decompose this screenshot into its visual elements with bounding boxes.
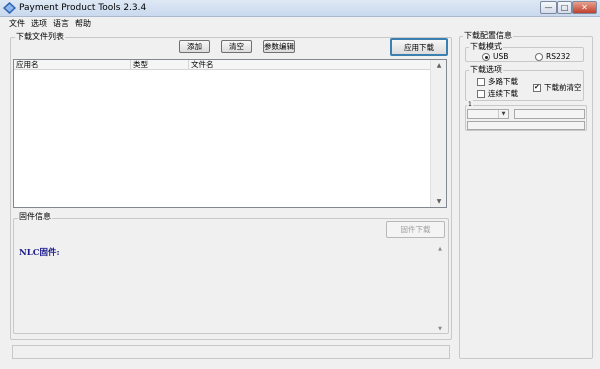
multi-download-checkbox[interactable] bbox=[477, 78, 485, 86]
menu-options[interactable]: 选项 bbox=[31, 18, 47, 29]
edit-params-button[interactable]: 参数编辑 bbox=[263, 40, 295, 53]
port-progress-bar bbox=[467, 121, 585, 130]
port-info-field bbox=[514, 109, 585, 119]
download-config-title: 下载配置信息 bbox=[463, 31, 513, 41]
maximize-button[interactable]: □ bbox=[557, 1, 572, 14]
minimize-button[interactable]: — bbox=[540, 1, 557, 14]
firmware-info-area: NLC固件: ▲ ▼ bbox=[15, 240, 445, 332]
rs232-label[interactable]: RS232 bbox=[546, 53, 570, 61]
app-diamond-icon bbox=[3, 2, 16, 14]
add-button[interactable]: 添加 bbox=[179, 40, 210, 53]
nlc-firmware-label: NLC固件: bbox=[19, 248, 60, 258]
title-bar: Payment Product Tools 2.3.4 — □ ✕ bbox=[0, 0, 600, 17]
table-header: 应用名 类型 文件名 bbox=[14, 60, 431, 70]
download-file-table[interactable]: 应用名 类型 文件名 ▲ ▼ bbox=[13, 59, 447, 208]
menu-file[interactable]: 文件 bbox=[9, 18, 25, 29]
clear-button[interactable]: 清空 bbox=[221, 40, 252, 53]
menu-bar: 文件 选项 语言 帮助 bbox=[0, 17, 600, 31]
column-header-type[interactable]: 类型 bbox=[131, 60, 189, 70]
usb-radio[interactable] bbox=[482, 53, 490, 61]
app-download-button[interactable]: 应用下载 bbox=[390, 38, 448, 56]
multi-download-label[interactable]: 多路下载 bbox=[488, 78, 518, 86]
clear-before-download-label[interactable]: 下载前清空 bbox=[544, 84, 582, 92]
firmware-download-button[interactable]: 固件下载 bbox=[386, 221, 445, 238]
scroll-down-icon[interactable]: ▼ bbox=[431, 196, 447, 207]
window-title: Payment Product Tools 2.3.4 bbox=[19, 3, 147, 13]
clear-before-download-checkbox[interactable] bbox=[533, 83, 541, 92]
download-mode-title: 下载模式 bbox=[469, 42, 503, 52]
firmware-scrollbar[interactable]: ▲ ▼ bbox=[435, 246, 445, 332]
chevron-down-icon[interactable]: ▼ bbox=[498, 110, 508, 118]
table-scrollbar[interactable]: ▲ ▼ bbox=[430, 60, 446, 207]
scroll-down-icon[interactable]: ▼ bbox=[435, 326, 445, 332]
download-list-title: 下载文件列表 bbox=[15, 32, 65, 42]
continuous-download-label[interactable]: 连续下载 bbox=[488, 90, 518, 98]
scroll-up-icon[interactable]: ▲ bbox=[435, 246, 445, 252]
download-options-title: 下载选项 bbox=[469, 65, 503, 75]
column-header-file-name[interactable]: 文件名 bbox=[189, 60, 431, 70]
port-select[interactable]: ▼ bbox=[467, 109, 509, 119]
column-header-app-name[interactable]: 应用名 bbox=[14, 60, 131, 70]
scroll-up-icon[interactable]: ▲ bbox=[431, 60, 447, 71]
menu-help[interactable]: 帮助 bbox=[75, 18, 91, 29]
rs232-radio[interactable] bbox=[535, 53, 543, 61]
continuous-download-checkbox[interactable] bbox=[477, 90, 485, 98]
menu-language[interactable]: 语言 bbox=[53, 18, 69, 29]
status-bar bbox=[12, 345, 450, 359]
close-button[interactable]: ✕ bbox=[572, 1, 597, 14]
firmware-group-title: 固件信息 bbox=[18, 212, 52, 222]
usb-label[interactable]: USB bbox=[493, 53, 508, 61]
